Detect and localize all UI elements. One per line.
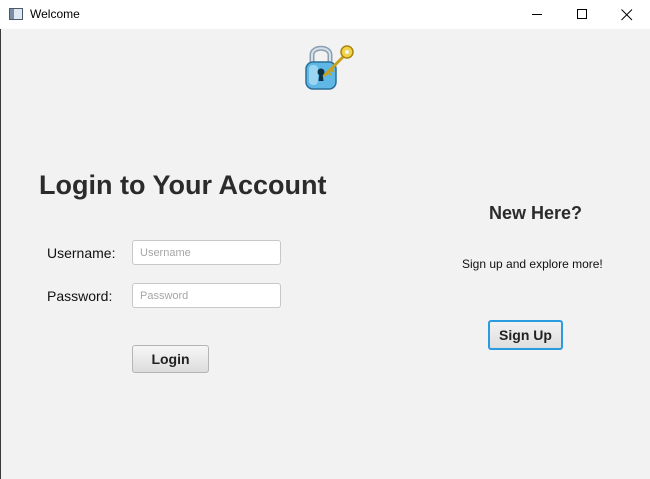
padlock-with-key-icon [305,45,354,90]
window-app-icon [9,8,23,20]
password-label: Password: [47,288,113,304]
username-input[interactable] [132,240,281,265]
title-bar: Welcome [0,0,650,29]
password-input[interactable] [132,283,281,308]
maximize-icon [576,9,587,19]
username-label: Username: [47,245,116,261]
sign-up-button[interactable]: Sign Up [488,320,563,350]
window-title: Welcome [30,7,80,21]
maximize-button[interactable] [559,0,605,29]
minimize-button[interactable] [514,0,560,29]
minimize-icon [531,14,542,15]
close-button[interactable] [604,0,650,29]
login-heading: Login to Your Account [39,170,327,200]
signup-tagline: Sign up and explore more! [462,257,603,271]
close-icon [621,8,633,20]
login-window-content: Login to Your Account Username: Password… [0,29,650,479]
login-button[interactable]: Login [132,345,209,373]
new-here-heading: New Here? [489,203,583,223]
